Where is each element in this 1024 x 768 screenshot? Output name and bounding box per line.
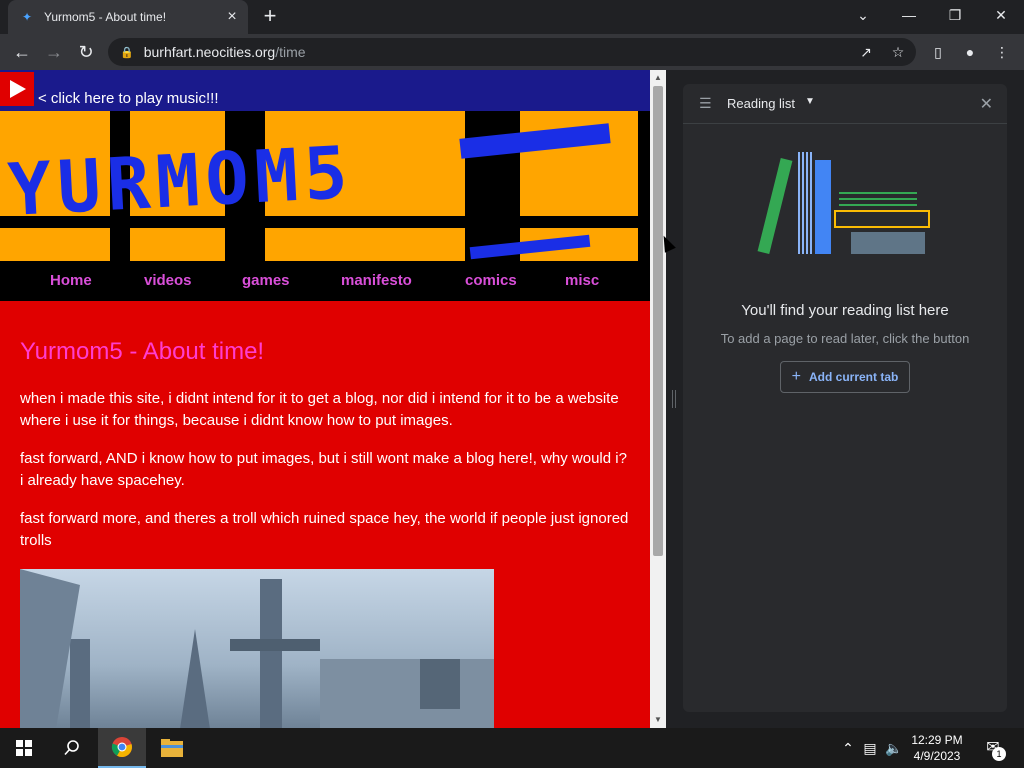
paragraph: fast forward, AND i know how to put imag… — [20, 450, 627, 489]
windows-logo-icon — [16, 740, 32, 756]
profile-icon[interactable]: ● — [958, 40, 982, 64]
city-image — [20, 569, 494, 728]
clock-date: 4/9/2023 — [913, 749, 961, 763]
notification-center-icon[interactable]: ✉ 1 — [982, 737, 1006, 761]
reading-list-panel: ☰ Reading list ▼ ✕ You'll find your read… — [683, 84, 1007, 712]
chevron-down-icon[interactable]: ▼ — [805, 96, 815, 107]
scroll-thumb[interactable] — [653, 86, 663, 556]
clock-time: 12:29 PM — [911, 733, 963, 747]
tab-search-icon[interactable]: ⌄ — [840, 0, 886, 32]
nav-comics[interactable]: comics — [465, 272, 517, 289]
page-scrollbar[interactable]: ▲ ▼ — [650, 70, 666, 728]
side-panel-icon[interactable]: ▯ — [926, 40, 950, 64]
notification-badge: 1 — [992, 747, 1006, 761]
play-music-link[interactable]: < click here to play music!!! — [38, 90, 218, 107]
reading-list-icon: ☰ — [699, 95, 712, 111]
url-host: burhfart.neocities.org — [143, 44, 276, 60]
volume-icon[interactable]: 🔈 — [884, 738, 904, 758]
play-icon — [10, 80, 26, 98]
browser-toolbar: ← → ↻ 🔒 burhfart.neocities.org /time ↗ ☆… — [0, 34, 1024, 70]
chrome-icon — [111, 737, 132, 758]
nav-videos[interactable]: videos — [144, 272, 192, 289]
taskbar: ⌃ ▤ 🔈 12:29 PM 4/9/2023 ✉ 1 — [0, 728, 1024, 768]
folder-icon — [161, 739, 183, 757]
start-button[interactable] — [0, 728, 48, 768]
nav-misc[interactable]: misc — [565, 272, 599, 289]
address-bar[interactable]: 🔒 burhfart.neocities.org /time ↗ ☆ — [108, 38, 916, 66]
music-bar: < click here to play music!!! — [0, 70, 650, 111]
tab-title: Yurmom5 - About time! — [44, 10, 167, 24]
lock-icon[interactable]: 🔒 — [120, 46, 134, 59]
url-path: /time — [275, 44, 306, 60]
nav-games[interactable]: games — [242, 272, 290, 289]
minimize-button[interactable]: — — [886, 0, 932, 32]
site-nav: Home videos games manifesto comics misc — [0, 261, 650, 301]
scroll-down-icon[interactable]: ▼ — [650, 712, 666, 728]
panel-title[interactable]: Reading list — [727, 96, 795, 111]
site-banner: YURMOM5 — [0, 111, 650, 261]
empty-state-title: You'll find your reading list here — [741, 302, 949, 319]
tab-close-icon[interactable]: × — [222, 7, 242, 27]
restore-button[interactable]: ❐ — [932, 0, 978, 32]
empty-reading-list-illustration — [757, 152, 930, 255]
menu-kebab-icon[interactable]: ⋮ — [990, 40, 1014, 64]
web-page: < click here to play music!!! YURMOM5 Ho… — [0, 70, 650, 728]
back-button[interactable]: ← — [8, 38, 36, 66]
scroll-up-icon[interactable]: ▲ — [650, 70, 666, 86]
bookmark-star-icon[interactable]: ☆ — [886, 40, 910, 64]
reload-button[interactable]: ↻ — [72, 38, 100, 66]
empty-state-subtitle: To add a page to read later, click the b… — [720, 331, 970, 346]
title-bar: ✦ Yurmom5 - About time! × + ⌄ — ❐ ✕ — [0, 0, 1024, 34]
add-current-tab-button[interactable]: + Add current tab — [780, 361, 910, 393]
plus-icon: + — [791, 368, 801, 385]
search-button[interactable] — [48, 728, 96, 768]
search-icon — [64, 740, 79, 756]
browser-tab[interactable]: ✦ Yurmom5 - About time! × — [8, 0, 248, 34]
nav-home[interactable]: Home — [50, 272, 92, 289]
taskbar-chrome[interactable] — [98, 728, 146, 768]
new-tab-button[interactable]: + — [258, 5, 282, 29]
panel-header: ☰ Reading list ▼ ✕ — [683, 84, 1007, 124]
nav-manifesto[interactable]: manifesto — [341, 272, 412, 289]
article: Yurmom5 - About time! when i made this s… — [20, 338, 630, 568]
close-panel-icon[interactable]: ✕ — [980, 94, 993, 114]
panel-resize-handle[interactable] — [672, 390, 676, 408]
page-title: Yurmom5 - About time! — [20, 338, 265, 365]
chevron-up-icon[interactable]: ⌃ — [838, 738, 858, 758]
close-window-button[interactable]: ✕ — [978, 0, 1024, 32]
play-music-button[interactable] — [0, 72, 34, 106]
network-icon[interactable]: ▤ — [860, 738, 880, 758]
site-favicon-icon: ✦ — [22, 10, 33, 24]
system-clock[interactable]: 12:29 PM 4/9/2023 — [906, 732, 968, 764]
taskbar-file-explorer[interactable] — [148, 728, 196, 768]
forward-button[interactable]: → — [40, 38, 68, 66]
add-current-tab-label: Add current tab — [809, 370, 899, 384]
share-icon[interactable]: ↗ — [854, 40, 878, 64]
paragraph: fast forward more, and theres a troll wh… — [20, 510, 629, 549]
paragraph: when i made this site, i didnt intend fo… — [20, 390, 619, 429]
